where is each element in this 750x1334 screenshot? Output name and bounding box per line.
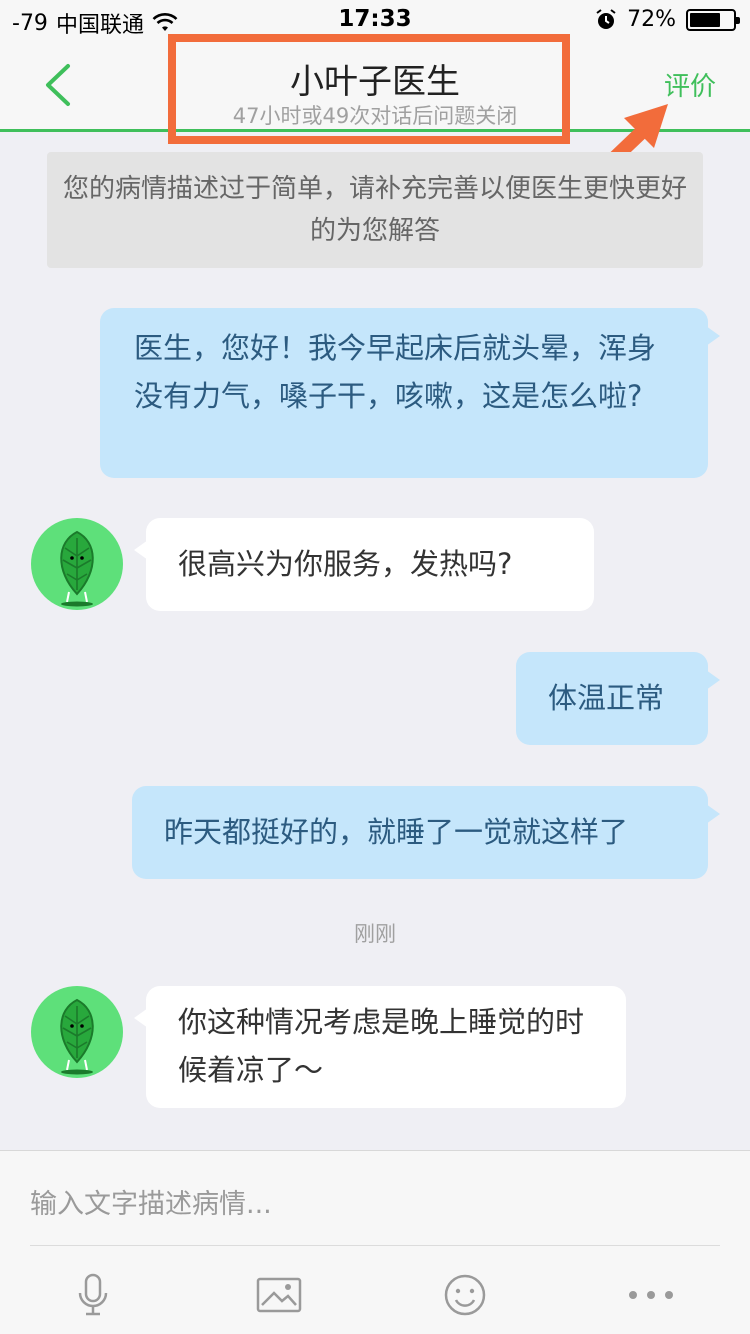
- doctor-avatar[interactable]: [31, 518, 123, 610]
- doctor-message: 很高兴为你服务，发热吗?: [134, 518, 594, 611]
- highlight-box: [168, 34, 570, 144]
- image-icon: [256, 1277, 302, 1313]
- user-message: 昨天都挺好的，就睡了一觉就这样了: [132, 786, 720, 879]
- divider: [30, 1245, 720, 1246]
- battery-percent: 72%: [627, 7, 676, 32]
- doctor-message: 你这种情况考虑是晚上睡觉的时候着凉了～: [134, 986, 626, 1108]
- more-button[interactable]: [621, 1265, 681, 1325]
- message-text: 很高兴为你服务，发热吗?: [178, 547, 513, 581]
- user-message: 体温正常: [516, 652, 720, 745]
- message-text: 昨天都挺好的，就睡了一觉就这样了: [164, 815, 629, 849]
- message-text: 体温正常: [548, 681, 665, 715]
- user-message: 医生，您好！我今早起床后就头晕，浑身没有力气，嗓子干，咳嗽，这是怎么啦?: [100, 308, 720, 478]
- more-icon: [629, 1291, 673, 1299]
- message-timestamp: 刚刚: [354, 922, 396, 946]
- doctor-avatar[interactable]: [31, 986, 123, 1078]
- battery-icon: [686, 8, 740, 31]
- status-right: 72%: [595, 7, 740, 32]
- emoji-button[interactable]: [435, 1265, 495, 1325]
- emoji-icon: [444, 1274, 486, 1316]
- leaf-icon: [60, 998, 94, 1075]
- input-bar: [0, 1150, 750, 1334]
- leaf-icon: [60, 530, 94, 607]
- message-text: 医生，您好！我今早起床后就头晕，浑身没有力气，嗓子干，咳嗽，这是怎么啦?: [134, 331, 657, 413]
- image-button[interactable]: [249, 1265, 309, 1325]
- battery-fill: [690, 12, 721, 27]
- microphone-icon: [78, 1273, 108, 1316]
- alarm-icon: [596, 8, 616, 29]
- notice-banner: 您的病情描述过于简单，请补充完善以便医生更快更好的为您解答: [47, 152, 703, 268]
- symptom-input[interactable]: [30, 1163, 720, 1245]
- message-text: 你这种情况考虑是晚上睡觉的时候着凉了～: [178, 1005, 585, 1087]
- voice-button[interactable]: [63, 1265, 123, 1325]
